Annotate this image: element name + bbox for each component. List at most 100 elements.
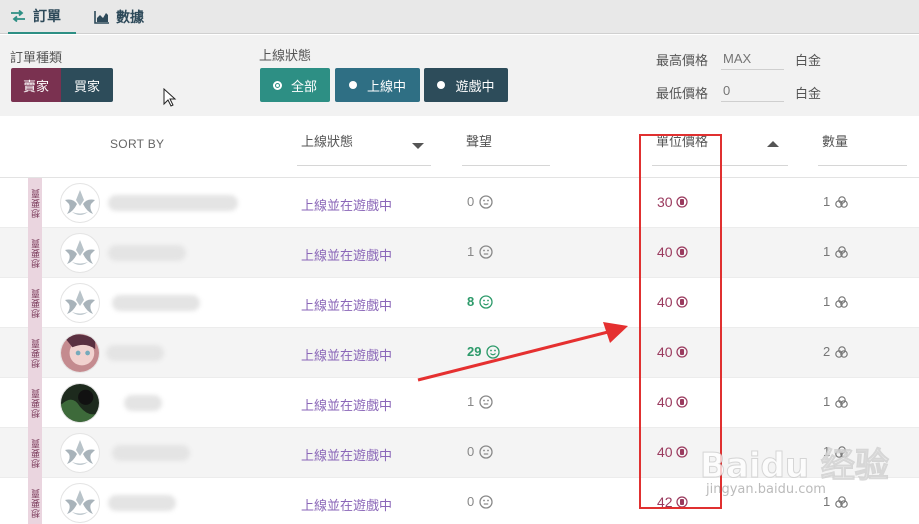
reputation-cell: 1	[467, 394, 493, 409]
neutral-face-icon	[479, 444, 493, 459]
wts-label: 想要賣	[30, 238, 41, 268]
online-status: 上線並在遊戲中	[301, 448, 393, 463]
want-to-sell-tag: 想要賣	[28, 228, 42, 278]
online-status: 上線並在遊戲中	[301, 198, 393, 213]
status-header: 上線狀態	[301, 134, 354, 149]
username-blurred[interactable]	[124, 395, 162, 411]
reputation-cell: 0	[467, 444, 493, 459]
mouse-cursor-icon	[163, 87, 177, 111]
neutral-face-icon	[479, 244, 493, 259]
quantity-cell: 1	[823, 494, 850, 509]
avatar[interactable]	[60, 483, 100, 523]
tab-statistics-label: 數據	[116, 9, 144, 25]
quantity-value: 1	[823, 294, 831, 309]
avatar[interactable]	[60, 283, 100, 323]
quantity-cell: 1	[823, 394, 850, 409]
reputation-value: 0	[467, 194, 475, 209]
reputation-cell: 0	[467, 194, 493, 209]
app-root: 訂單 數據 訂單種類 賣家 買家 上線狀態 全部 上線中 遊戲中 最高價格 MA…	[0, 0, 919, 524]
table-row[interactable]: 想要賣 上線並在遊戲中 29 40 2	[0, 328, 919, 378]
table-row[interactable]: 想要賣 上線並在遊戲中 1 40 1	[0, 378, 919, 428]
reputation-cell: 29	[467, 344, 501, 359]
username-blurred[interactable]	[108, 495, 176, 511]
min-price-unit: 白金	[795, 86, 822, 101]
min-price-label: 最低價格	[656, 86, 709, 101]
order-type-label: 訂單種類	[10, 50, 63, 65]
reputation-cell: 0	[467, 494, 493, 509]
max-price-input[interactable]	[721, 48, 784, 70]
order-type-toggle: 賣家 買家	[11, 68, 113, 102]
status-all-label: 全部	[290, 78, 317, 94]
buyer-button[interactable]: 買家	[61, 68, 113, 102]
wts-label: 想要賣	[30, 438, 41, 468]
want-to-sell-tag: 想要賣	[28, 378, 42, 428]
dot-icon	[437, 81, 446, 89]
quantity-header: 數量	[822, 134, 849, 149]
smile-icon	[486, 344, 501, 359]
tab-statistics[interactable]: 數據	[94, 0, 144, 34]
tab-orders[interactable]: 訂單	[8, 0, 76, 34]
tab-bar: 訂單 數據	[0, 0, 919, 34]
want-to-sell-tag: 想要賣	[28, 178, 42, 228]
table-header: SORT BY 上線狀態 聲望 單位價格 數量	[0, 116, 919, 178]
want-to-sell-tag: 想要賣	[28, 328, 42, 378]
username-blurred[interactable]	[112, 295, 200, 311]
reputation-cell: 1	[467, 244, 493, 259]
online-status: 上線並在遊戲中	[301, 348, 393, 363]
stack-icon	[835, 195, 849, 208]
wts-label: 想要賣	[30, 338, 41, 368]
status-ingame-label: 遊戲中	[455, 78, 495, 94]
stack-icon	[835, 395, 849, 408]
status-ingame-button[interactable]: 遊戲中	[424, 68, 508, 102]
watermark-logo: Baidu 经验	[700, 446, 890, 487]
filter-panel: 訂單種類 賣家 買家 上線狀態 全部 上線中 遊戲中 最高價格 白金 最低價格 …	[0, 35, 919, 116]
max-price-unit: 白金	[795, 53, 822, 68]
want-to-sell-tag: 想要賣	[28, 478, 42, 524]
avatar[interactable]	[60, 333, 100, 373]
want-to-sell-tag: 想要賣	[28, 428, 42, 478]
username-blurred[interactable]	[112, 445, 190, 461]
smile-icon	[479, 294, 493, 309]
neutral-face-icon	[479, 494, 493, 509]
reputation-header: 聲望	[466, 134, 493, 149]
sort-status[interactable]: 上線狀態	[297, 116, 431, 166]
table-row[interactable]: 想要賣 上線並在遊戲中 8 40 1	[0, 278, 919, 328]
quantity-value: 2	[823, 344, 831, 359]
username-blurred[interactable]	[108, 195, 238, 211]
chevron-down-icon	[412, 143, 424, 149]
seller-button[interactable]: 賣家	[11, 68, 61, 102]
reputation-value: 1	[467, 244, 475, 259]
avatar[interactable]	[60, 183, 100, 223]
neutral-face-icon	[479, 194, 493, 209]
reputation-value: 29	[467, 344, 482, 359]
dot-icon	[348, 81, 357, 89]
online-status: 上線並在遊戲中	[301, 248, 393, 263]
area-chart-icon	[94, 10, 109, 24]
status-all-button[interactable]: 全部	[260, 68, 330, 102]
tab-orders-label: 訂單	[33, 8, 61, 24]
username-blurred[interactable]	[108, 245, 186, 261]
status-online-button[interactable]: 上線中	[335, 68, 420, 102]
chevron-up-icon	[767, 141, 779, 147]
avatar[interactable]	[60, 383, 100, 423]
wts-label: 想要賣	[30, 288, 41, 318]
username-blurred[interactable]	[106, 345, 164, 361]
reputation-value: 0	[467, 494, 475, 509]
quantity-cell: 1	[823, 244, 850, 259]
stack-icon	[835, 345, 849, 358]
neutral-face-icon	[479, 394, 493, 409]
avatar[interactable]	[60, 433, 100, 473]
table-row[interactable]: 想要賣 上線並在遊戲中 0 30 1	[0, 178, 919, 228]
wts-label: 想要賣	[30, 388, 41, 418]
sort-reputation[interactable]: 聲望	[462, 116, 550, 166]
online-status: 上線並在遊戲中	[301, 398, 393, 413]
stack-icon	[835, 295, 849, 308]
min-price-input[interactable]	[721, 80, 784, 102]
avatar[interactable]	[60, 233, 100, 273]
reputation-cell: 8	[467, 294, 493, 309]
sort-quantity[interactable]: 數量	[818, 116, 907, 166]
reputation-value: 1	[467, 394, 475, 409]
table-row[interactable]: 想要賣 上線並在遊戲中 1 40 1	[0, 228, 919, 278]
online-status: 上線並在遊戲中	[301, 298, 393, 313]
quantity-cell: 2	[823, 344, 850, 359]
